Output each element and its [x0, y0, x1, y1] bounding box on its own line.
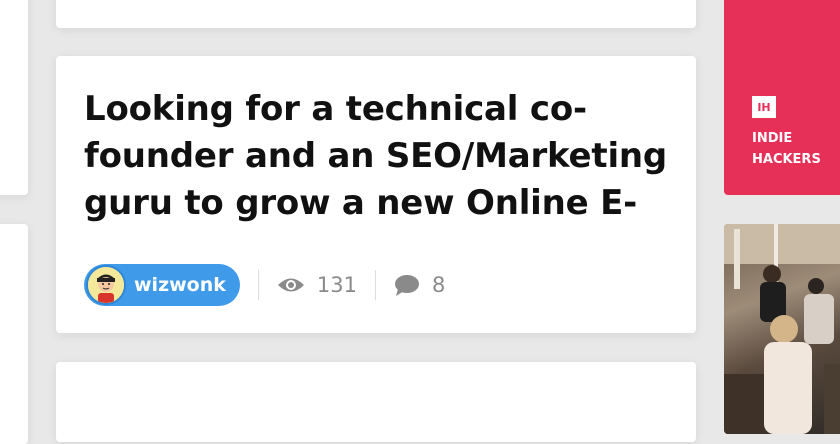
comments-stat[interactable]: 8	[394, 273, 445, 297]
office-photo-image	[724, 224, 840, 434]
avatar-illustration	[88, 267, 124, 303]
author-link[interactable]: wizwonk	[84, 264, 240, 306]
brand-name: INDIE HACKERS	[752, 131, 821, 167]
previous-post-card[interactable]	[56, 0, 696, 28]
indie-hackers-brand-card[interactable]: IH INDIE HACKERS	[724, 0, 840, 195]
avatar	[86, 265, 126, 305]
author-name: wizwonk	[134, 274, 226, 296]
post-title[interactable]: Looking for a technical co-founder and a…	[84, 86, 674, 227]
adjacent-card-left-top	[0, 0, 28, 195]
featured-photo[interactable]	[724, 224, 840, 434]
post-meta: wizwonk 131 8	[84, 264, 445, 306]
views-stat: 131	[277, 273, 357, 297]
next-post-card[interactable]	[56, 362, 696, 442]
post-card[interactable]: Looking for a technical co-founder and a…	[56, 56, 696, 333]
speech-bubble-icon	[395, 275, 419, 296]
meta-divider	[257, 270, 259, 300]
adjacent-card-left-bottom	[0, 224, 28, 444]
indie-hackers-logo: IH	[752, 96, 776, 118]
views-count: 131	[316, 273, 357, 297]
eye-icon	[277, 278, 304, 292]
comments-count: 8	[432, 273, 446, 297]
meta-divider-2	[375, 270, 376, 300]
